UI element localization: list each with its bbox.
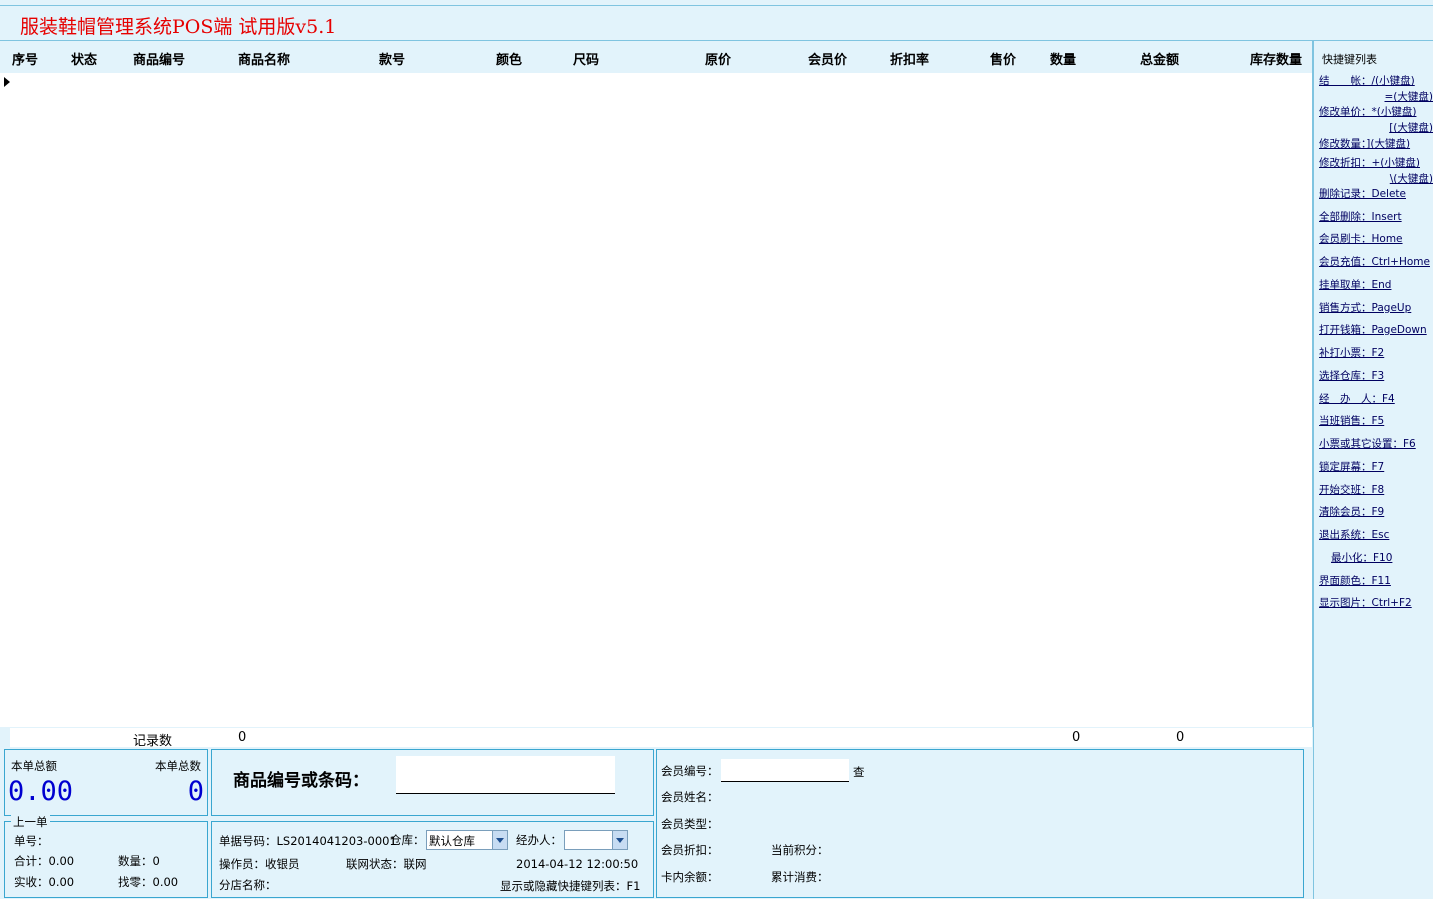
operator-info: 操作员：收银员 [219,857,300,871]
barcode-panel: 商品编号或条码： [211,749,654,816]
last-order-sum: 合计：0.00 [14,854,75,868]
shortcut-delete-record[interactable]: 删除记录：Delete [1319,187,1406,202]
member-panel: 会员编号： 查 会员姓名： 会员类型： 会员折扣： 当前积分： 卡内余额： 累计… [656,749,1304,898]
member-no-label: 会员编号： [661,764,719,778]
shortcut-exit-system[interactable]: 退出系统：Esc [1319,528,1389,543]
records-total-qty: 0 [1072,730,1081,745]
records-label: 记录数 [133,734,173,749]
last-order-no: 单号： [14,834,49,848]
shortcut-checkout[interactable]: 结 帐：/(小键盘) [1319,74,1415,89]
shortcut-edit-discount[interactable]: 修改折扣：+(小键盘) [1319,156,1420,171]
col-item-code[interactable]: 商品编号 [133,49,185,68]
col-index[interactable]: 序号 [12,49,38,68]
shortcut-delete-all[interactable]: 全部删除：Insert [1319,210,1402,225]
order-totals-panel: 本单总额 本单总数 0.00 0 [4,749,208,816]
handler-label: 经办人： [516,833,562,847]
shortcut-member-recharge[interactable]: 会员充值：Ctrl+Home [1319,255,1430,270]
col-size[interactable]: 尺码 [573,49,599,68]
order-info-panel: 单据号码：LS2014041203-0001 仓库： 默认仓库 经办人： 操作员… [211,821,654,898]
total-qty-value: 0 [187,776,204,807]
member-points-label: 当前积分： [771,843,829,857]
chevron-down-icon[interactable] [612,831,627,849]
last-order-legend: 上一单 [11,814,50,830]
last-order-qty: 数量：0 [118,854,160,868]
warehouse-label: 仓库： [390,833,425,847]
shortcut-edit-discount-alt[interactable]: \(大键盘) [1390,172,1433,187]
shortcut-sale-mode[interactable]: 销售方式：PageUp [1319,301,1411,316]
warehouse-select[interactable]: 默认仓库 [426,830,508,850]
shortcut-ui-color[interactable]: 界面颜色：F11 [1319,574,1391,589]
chevron-down-icon[interactable] [492,831,507,849]
col-status[interactable]: 状态 [71,49,97,68]
toggle-shortcut-hint: 显示或隐藏快捷键列表：F1 [500,879,641,893]
last-order-change: 找零：0.00 [118,875,179,889]
col-stock-qty[interactable]: 库存数量 [1250,49,1302,68]
warehouse-selected: 默认仓库 [429,834,475,848]
shortcut-shift-sales[interactable]: 当班销售：F5 [1319,414,1384,429]
col-color[interactable]: 颜色 [496,49,522,68]
card-balance-label: 卡内余额： [661,870,719,884]
total-spent-label: 累计消费： [771,870,829,884]
col-original-price[interactable]: 原价 [705,49,731,68]
last-order-received: 实收：0.00 [14,875,75,889]
col-quantity[interactable]: 数量 [1050,49,1076,68]
shortcut-checkout-alt[interactable]: =(大键盘) [1385,90,1433,105]
col-sale-price[interactable]: 售价 [990,49,1016,68]
shortcut-edit-qty[interactable]: 修改数量：](大键盘) [1319,137,1410,152]
total-qty-label: 本单总数 [155,759,201,773]
records-count: 0 [238,730,247,745]
col-item-name[interactable]: 商品名称 [238,49,290,68]
shortcut-start-handover[interactable]: 开始交班：F8 [1319,483,1384,498]
records-total-amount: 0 [1176,730,1185,745]
shortcut-member-card[interactable]: 会员刷卡：Home [1319,232,1403,247]
shortcut-edit-price[interactable]: 修改单价：*(小键盘) [1319,105,1416,120]
shortcut-edit-price-alt[interactable]: [(大键盘) [1389,121,1433,136]
current-row-arrow-icon [4,77,10,87]
doc-number: 单据号码：LS2014041203-0001 [219,834,397,848]
shortcut-show-image[interactable]: 显示图片：Ctrl+F2 [1319,596,1412,611]
current-datetime: 2014-04-12 12:00:50 [516,857,639,871]
shortcut-select-warehouse[interactable]: 选择仓库：F3 [1319,369,1384,384]
shortcut-sidebar: 快捷键列表 结 帐：/(小键盘) =(大键盘) 修改单价：*(小键盘) [(大键… [1313,41,1433,899]
member-query-button[interactable]: 查 [853,764,865,780]
shortcut-minimize[interactable]: 最小化：F10 [1331,551,1392,566]
shortcut-reprint-receipt[interactable]: 补打小票：F2 [1319,346,1384,361]
branch-name: 分店名称： [219,878,277,892]
handler-select[interactable] [564,830,628,850]
barcode-label: 商品编号或条码： [233,771,369,791]
member-type-label: 会员类型： [661,817,719,831]
records-summary-row: 记录数 0 0 0 [10,728,1312,749]
col-total-amount[interactable]: 总金额 [1140,49,1179,68]
col-style-no[interactable]: 款号 [379,49,405,68]
shortcut-open-drawer[interactable]: 打开钱箱：PageDown [1319,323,1427,338]
member-name-label: 会员姓名： [661,790,719,804]
last-order-panel: 上一单 单号： 合计：0.00 数量：0 实收：0.00 找零：0.00 [4,814,208,898]
member-discount-label: 会员折扣： [661,843,719,857]
shortcut-lock-screen[interactable]: 锁定屏幕：F7 [1319,460,1384,475]
shortcut-hold-order[interactable]: 挂单取单：End [1319,278,1391,293]
grid-header: 序号 状态 商品编号 商品名称 款号 颜色 尺码 原价 会员价 折扣率 售价 数… [0,41,1312,73]
barcode-input[interactable] [396,756,615,794]
sales-grid[interactable]: 序号 状态 商品编号 商品名称 款号 颜色 尺码 原价 会员价 折扣率 售价 数… [0,41,1313,727]
total-amount-label: 本单总额 [11,759,57,773]
shortcut-handler[interactable]: 经 办 人：F4 [1319,392,1395,407]
total-amount-value: 0.00 [8,776,74,807]
col-member-price[interactable]: 会员价 [808,49,847,68]
shortcut-list-title: 快捷键列表 [1322,53,1377,66]
col-discount-rate[interactable]: 折扣率 [890,49,929,68]
shortcut-clear-member[interactable]: 清除会员：F9 [1319,505,1384,520]
shortcut-receipt-settings[interactable]: 小票或其它设置：F6 [1319,437,1416,452]
network-status: 联网状态：联网 [346,857,427,871]
member-no-input[interactable] [721,759,849,782]
window-title: 服装鞋帽管理系统POS端 试用版v5.1 [20,16,337,38]
